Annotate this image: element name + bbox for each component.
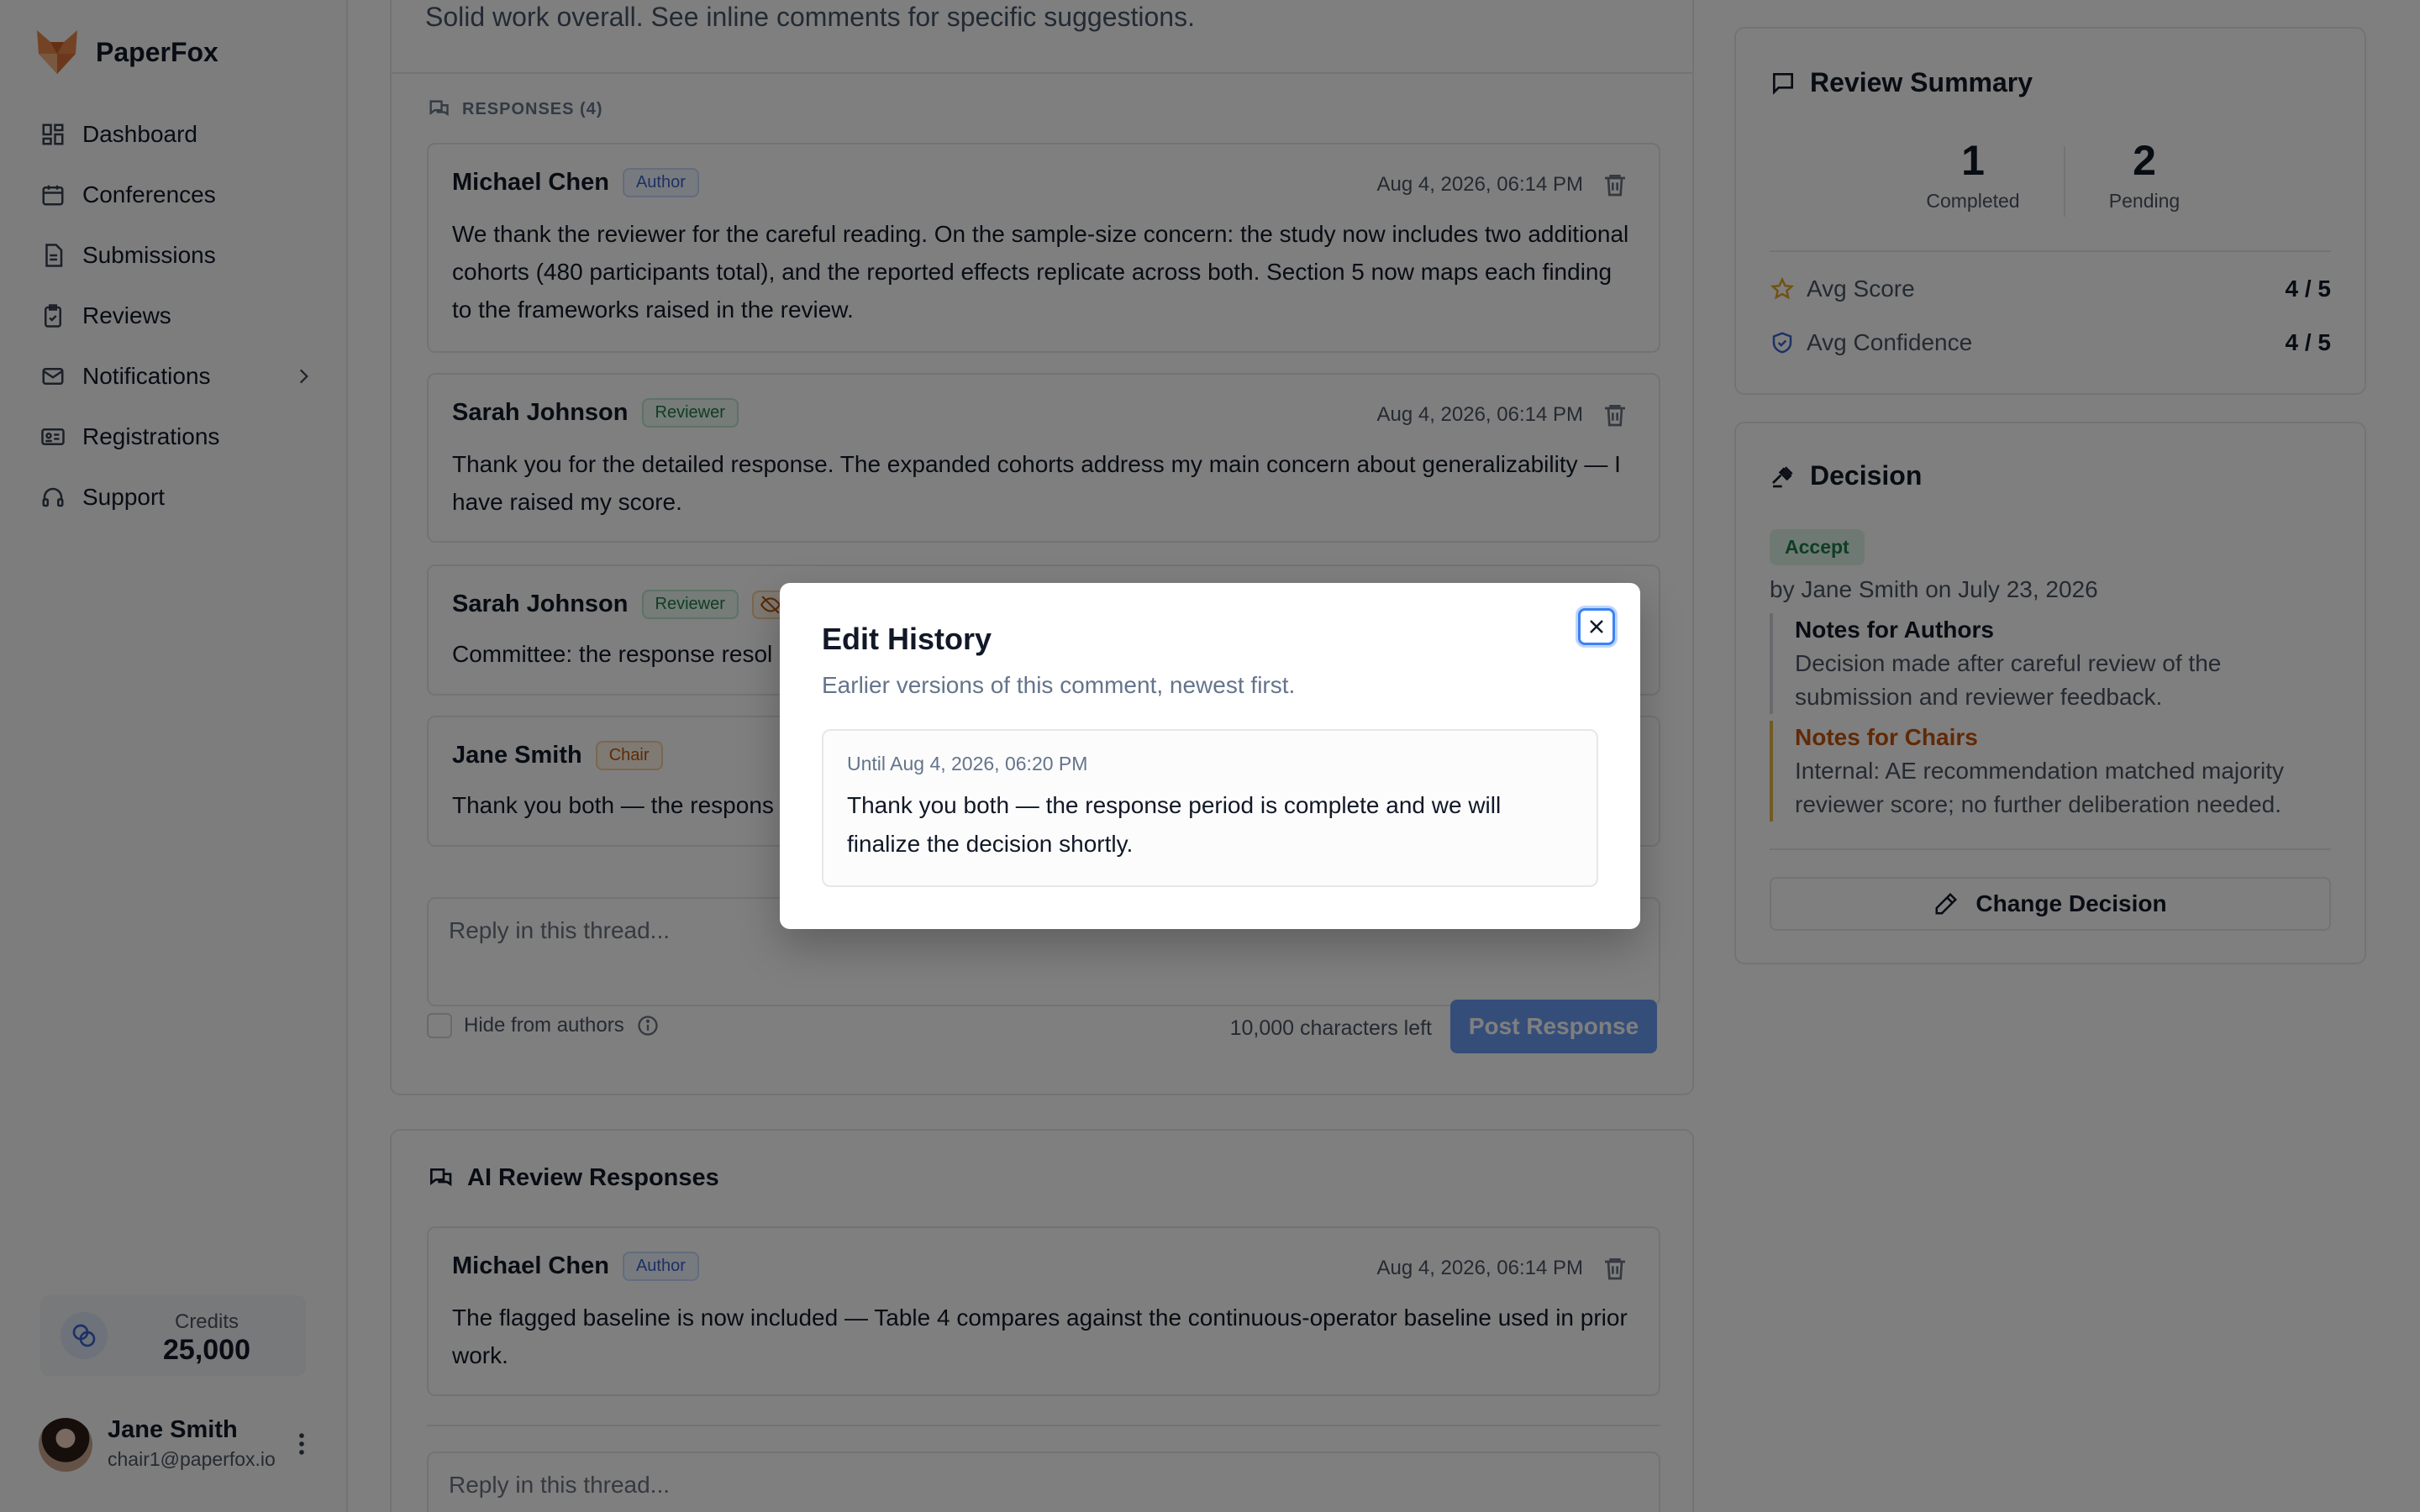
modal-subtitle: Earlier versions of this comment, newest… [822, 672, 1296, 698]
close-button[interactable] [1578, 608, 1615, 645]
version-text: Thank you both — the response period is … [847, 792, 1502, 857]
app-root: PaperFox Dashboard Conferences Submissio… [0, 0, 2420, 1512]
close-icon [1590, 620, 1603, 633]
version-entry: Until Aug 4, 2026, 06:20 PM Thank you bo… [822, 729, 1598, 887]
modal-title: Edit History [822, 622, 992, 656]
edit-history-modal: Edit History Earlier versions of this co… [780, 583, 1640, 929]
version-date: Until Aug 4, 2026, 06:20 PM [847, 753, 1088, 774]
